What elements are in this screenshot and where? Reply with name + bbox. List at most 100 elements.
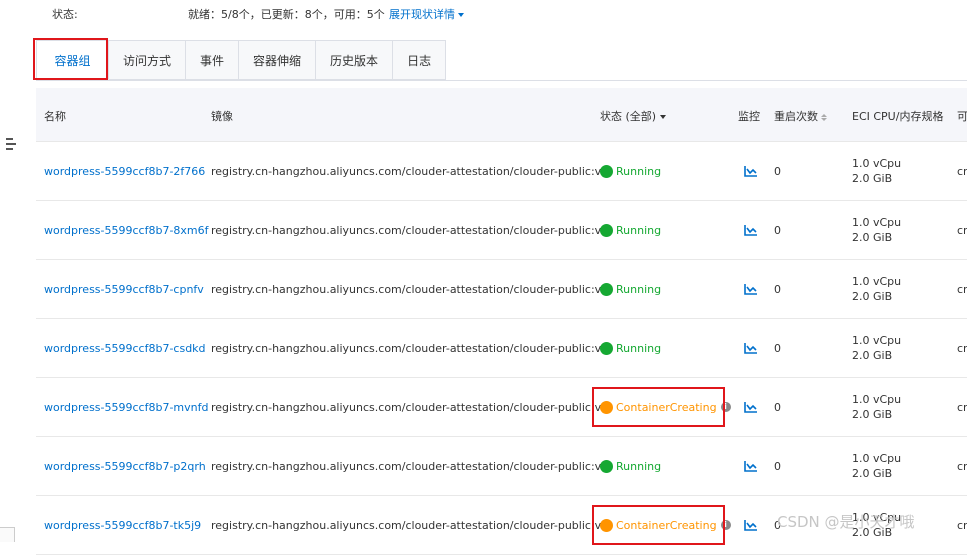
pod-image: registry.cn-hangzhou.aliyuncs.com/cloude… <box>211 282 609 296</box>
line-chart-icon <box>744 225 757 236</box>
line-chart-icon <box>744 166 757 177</box>
running-dot-icon <box>600 164 613 178</box>
running-dot-icon <box>600 223 613 237</box>
cpu-spec: 1.0 vCpu <box>852 452 902 465</box>
pod-status-text: ContainerCreating <box>616 518 717 532</box>
tab-bar: 容器组 访问方式 事件 容器伸缩 历史版本 日志 <box>36 40 447 81</box>
header-status-filter[interactable]: 状态 (全部) <box>600 108 667 124</box>
expand-status-link[interactable]: 展开现状详情 <box>389 6 464 22</box>
mem-spec: 2.0 GiB <box>852 290 893 303</box>
left-rail <box>0 0 22 542</box>
header-spec: ECI CPU/内存规格 <box>852 110 944 123</box>
cpu-spec: 1.0 vCpu <box>852 157 902 170</box>
pod-status-text: Running <box>616 282 662 296</box>
pod-status: ContainerCreating i <box>600 378 731 436</box>
extra-cell: cr <box>957 459 967 473</box>
extra-cell: cr <box>957 341 967 355</box>
expand-status-label: 展开现状详情 <box>389 8 455 21</box>
creating-dot-icon <box>600 400 613 414</box>
pod-name-link[interactable]: wordpress-5599ccf8b7-csdkd <box>44 319 206 377</box>
restart-count: 0 <box>774 282 781 296</box>
tab-access[interactable]: 访问方式 <box>109 40 187 80</box>
tab-events[interactable]: 事件 <box>186 40 240 80</box>
running-dot-icon <box>600 282 613 296</box>
sort-icon <box>821 113 827 121</box>
pod-spec: 1.0 vCpu 2.0 GiB <box>852 319 901 377</box>
restart-count: 0 <box>774 223 781 237</box>
info-icon[interactable]: i <box>720 520 731 530</box>
pod-name-link[interactable]: wordpress-5599ccf8b7-2f766 <box>44 142 205 200</box>
pod-name-link[interactable]: wordpress-5599ccf8b7-p2qrh <box>44 437 206 495</box>
pod-spec: 1.0 vCpu 2.0 GiB <box>852 201 901 259</box>
pod-status-text: Running <box>616 164 662 178</box>
mem-spec: 2.0 GiB <box>852 408 893 421</box>
pods-table: 名称 镜像 状态 (全部) 监控 重启次数 ECI CPU/内存规格 可 wor… <box>36 88 967 555</box>
table-row: wordpress-5599ccf8b7-2f766 registry.cn-ha… <box>36 142 967 201</box>
line-chart-icon <box>744 520 757 531</box>
pod-status-text: Running <box>616 223 662 237</box>
tab-scaling[interactable]: 容器伸缩 <box>239 40 317 80</box>
creating-dot-icon <box>600 518 613 532</box>
info-icon[interactable]: i <box>720 402 731 412</box>
pod-name-link[interactable]: wordpress-5599ccf8b7-mvnfd <box>44 378 208 436</box>
pod-status: Running <box>600 201 661 259</box>
monitor-chart-icon[interactable] <box>744 437 758 495</box>
mem-spec: 2.0 GiB <box>852 231 893 244</box>
pod-spec: 1.0 vCpu 2.0 GiB <box>852 142 901 200</box>
header-restarts-sort[interactable]: 重启次数 <box>774 108 827 124</box>
table-row: wordpress-5599ccf8b7-csdkd registry.cn-ha… <box>36 319 967 378</box>
pod-spec: 1.0 vCpu 2.0 GiB <box>852 378 901 436</box>
corner-decoration <box>0 527 15 542</box>
pod-name-link[interactable]: wordpress-5599ccf8b7-cpnfv <box>44 260 204 318</box>
cpu-spec: 1.0 vCpu <box>852 216 902 229</box>
pod-status: Running <box>600 319 661 377</box>
monitor-chart-icon[interactable] <box>744 496 758 554</box>
mem-spec: 2.0 GiB <box>852 172 893 185</box>
pod-image: registry.cn-hangzhou.aliyuncs.com/cloude… <box>211 459 609 473</box>
line-chart-icon <box>744 461 757 472</box>
pod-name-link[interactable]: wordpress-5599ccf8b7-8xm6f <box>44 201 209 259</box>
pod-status: Running <box>600 437 661 495</box>
monitor-chart-icon[interactable] <box>744 260 758 318</box>
extra-cell: cr <box>957 400 967 414</box>
line-chart-icon <box>744 402 757 413</box>
menu-collapse-icon[interactable] <box>6 138 16 150</box>
extra-cell: cr <box>957 282 967 296</box>
tab-logs[interactable]: 日志 <box>393 40 447 80</box>
pod-status-text: Running <box>616 459 662 473</box>
filter-dropdown-icon <box>660 115 667 119</box>
header-extra: 可 <box>957 110 967 123</box>
status-summary: 就绪：5/8个，已更新：8个，可用：5个 <box>188 8 385 21</box>
pod-image: registry.cn-hangzhou.aliyuncs.com/cloude… <box>211 400 609 414</box>
pod-image: registry.cn-hangzhou.aliyuncs.com/cloude… <box>211 164 609 178</box>
status-label: 状态: <box>52 8 78 21</box>
watermark: CSDN @是小天才哦 <box>777 513 915 531</box>
tab-pods[interactable]: 容器组 <box>36 40 109 80</box>
table-row: wordpress-5599ccf8b7-cpnfv registry.cn-ha… <box>36 260 967 319</box>
monitor-chart-icon[interactable] <box>744 201 758 259</box>
monitor-chart-icon[interactable] <box>744 142 758 200</box>
table-body: wordpress-5599ccf8b7-2f766 registry.cn-ha… <box>36 142 967 555</box>
pod-spec: 1.0 vCpu 2.0 GiB <box>852 260 901 318</box>
tabs-divider <box>36 80 967 81</box>
table-row: wordpress-5599ccf8b7-8xm6f registry.cn-ha… <box>36 201 967 260</box>
tab-history[interactable]: 历史版本 <box>316 40 394 80</box>
mem-spec: 2.0 GiB <box>852 349 893 362</box>
restart-count: 0 <box>774 341 781 355</box>
restart-count: 0 <box>774 164 781 178</box>
running-dot-icon <box>600 341 613 355</box>
pod-status: ContainerCreating i <box>600 496 731 554</box>
restart-count: 0 <box>774 400 781 414</box>
header-image: 镜像 <box>211 110 233 123</box>
cpu-spec: 1.0 vCpu <box>852 275 902 288</box>
pod-image: registry.cn-hangzhou.aliyuncs.com/cloude… <box>211 341 609 355</box>
header-name: 名称 <box>44 110 66 123</box>
monitor-chart-icon[interactable] <box>744 378 758 436</box>
running-dot-icon <box>600 459 613 473</box>
pod-name-link[interactable]: wordpress-5599ccf8b7-tk5j9 <box>44 496 201 554</box>
extra-cell: cr <box>957 223 967 237</box>
pod-spec: 1.0 vCpu 2.0 GiB <box>852 437 901 495</box>
extra-cell: cr <box>957 518 967 532</box>
monitor-chart-icon[interactable] <box>744 319 758 377</box>
cpu-spec: 1.0 vCpu <box>852 334 902 347</box>
